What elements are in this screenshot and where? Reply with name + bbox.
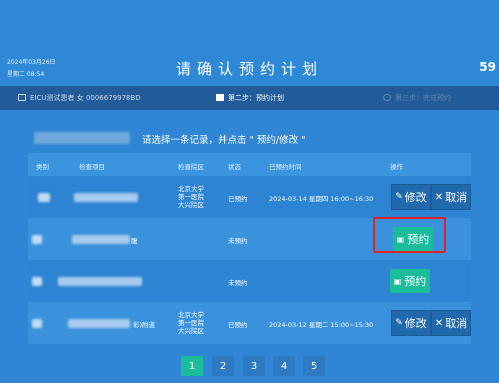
step-patient-info: EICU测试患者 女 0006679978BD [18, 93, 141, 103]
item-text-fragment: 彩)附道 [133, 321, 156, 329]
table-header: 类别 检查项目 检查院区 状态 已预约时间 操作 [28, 153, 471, 176]
edit-label: 修改 [404, 317, 427, 330]
redacted-category [32, 277, 42, 286]
edit-label: 修改 [404, 191, 427, 204]
redacted-item [72, 235, 130, 244]
step-label: 第三步：完成预约 [395, 94, 451, 102]
redacted-item [68, 319, 130, 328]
redacted-item [58, 277, 142, 286]
book-button[interactable]: ▣ 预约 [390, 269, 430, 293]
pencil-icon: ✎ [395, 192, 403, 202]
page-button-3[interactable]: 3 [243, 356, 265, 376]
col-category: 类别 [36, 163, 49, 171]
cancel-button[interactable]: ✕ 取消 [431, 310, 471, 336]
redacted-category [32, 235, 42, 244]
col-action: 操作 [390, 163, 403, 171]
edit-button[interactable]: ✎ 修改 [391, 310, 431, 336]
countdown-timer: 59 [479, 60, 496, 74]
id-card-icon [18, 94, 26, 101]
pagination: 1 2 3 4 5 [0, 356, 499, 378]
page-button-4[interactable]: 4 [273, 356, 295, 376]
calendar-icon: ▣ [393, 276, 402, 286]
instruction-text: 请选择一条记录，并点击 " 预约/修改 " [142, 135, 306, 146]
table-row[interactable]: 北京大学 第一医院 大兴院区 已预约 2024-03-14 星期四 16:00~… [28, 176, 471, 218]
status-cell: 已预约 [228, 195, 248, 203]
col-time: 已预约时间 [269, 163, 302, 171]
redacted-category [38, 193, 50, 202]
col-item: 检查项目 [79, 163, 105, 171]
cancel-label: 取消 [445, 191, 468, 204]
page-title: 请确认预约计划 [175, 60, 323, 78]
page-button-5[interactable]: 5 [303, 356, 325, 376]
item-text-fragment: 腹 [131, 237, 138, 245]
cancel-label: 取消 [445, 317, 468, 330]
step-finish: 第三步：完成预约 [383, 93, 451, 103]
header-bar: 2024年03月26日 星期二 08:54 请确认预约计划 59 [0, 0, 499, 85]
book-label: 预约 [404, 275, 427, 288]
time-cell: 2024-03-12 星期二 15:00~15:30 [269, 321, 374, 329]
highlight-box [373, 217, 446, 253]
step-label: 第二步：预约计划 [228, 94, 284, 102]
hospital-cell: 北京大学 第一医院 大兴院区 [178, 185, 204, 209]
edit-button[interactable]: ✎ 修改 [391, 184, 431, 210]
table-row[interactable]: 彩)附道 北京大学 第一医院 大兴院区 已预约 2024-03-12 星期二 1… [28, 302, 471, 344]
calendar-icon [216, 94, 224, 101]
check-circle-icon [383, 94, 391, 101]
col-hospital: 检查院区 [178, 163, 204, 171]
time-cell: 2024-03-14 星期四 16:00~16:30 [269, 195, 374, 203]
pencil-icon: ✎ [395, 318, 403, 328]
hospital-cell: 北京大学 第一医院 大兴院区 [178, 311, 204, 335]
step-bar: EICU测试患者 女 0006679978BD 第二步：预约计划 第三步：完成预… [0, 86, 499, 110]
status-cell: 未预约 [228, 279, 248, 287]
status-cell: 未预约 [228, 237, 248, 245]
page-button-2[interactable]: 2 [212, 356, 234, 376]
redacted-item [74, 193, 138, 202]
table-row[interactable]: 未预约 ▣ 预约 [28, 260, 471, 302]
cancel-button[interactable]: ✕ 取消 [431, 184, 471, 210]
blurred-patient-name [34, 132, 130, 144]
close-icon: ✕ [434, 317, 444, 329]
page-button-1[interactable]: 1 [181, 356, 203, 376]
status-cell: 已预约 [228, 321, 248, 329]
step-current: 第二步：预约计划 [216, 93, 284, 103]
col-status: 状态 [228, 163, 241, 171]
close-icon: ✕ [434, 191, 444, 203]
redacted-category [32, 319, 42, 328]
step-label: EICU测试患者 女 0006679978BD [30, 94, 141, 102]
